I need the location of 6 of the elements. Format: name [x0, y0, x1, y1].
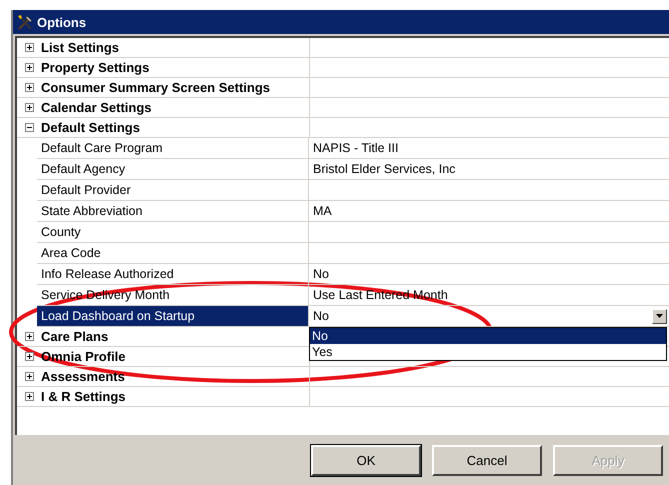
property-value: NAPIS - Title III	[313, 141, 398, 155]
property-value: MA	[313, 204, 332, 218]
property-value: No	[313, 309, 329, 323]
property-value: No	[313, 267, 329, 281]
property-value: Bristol Elder Services, Inc	[313, 162, 456, 176]
window-title: Options	[37, 14, 86, 30]
